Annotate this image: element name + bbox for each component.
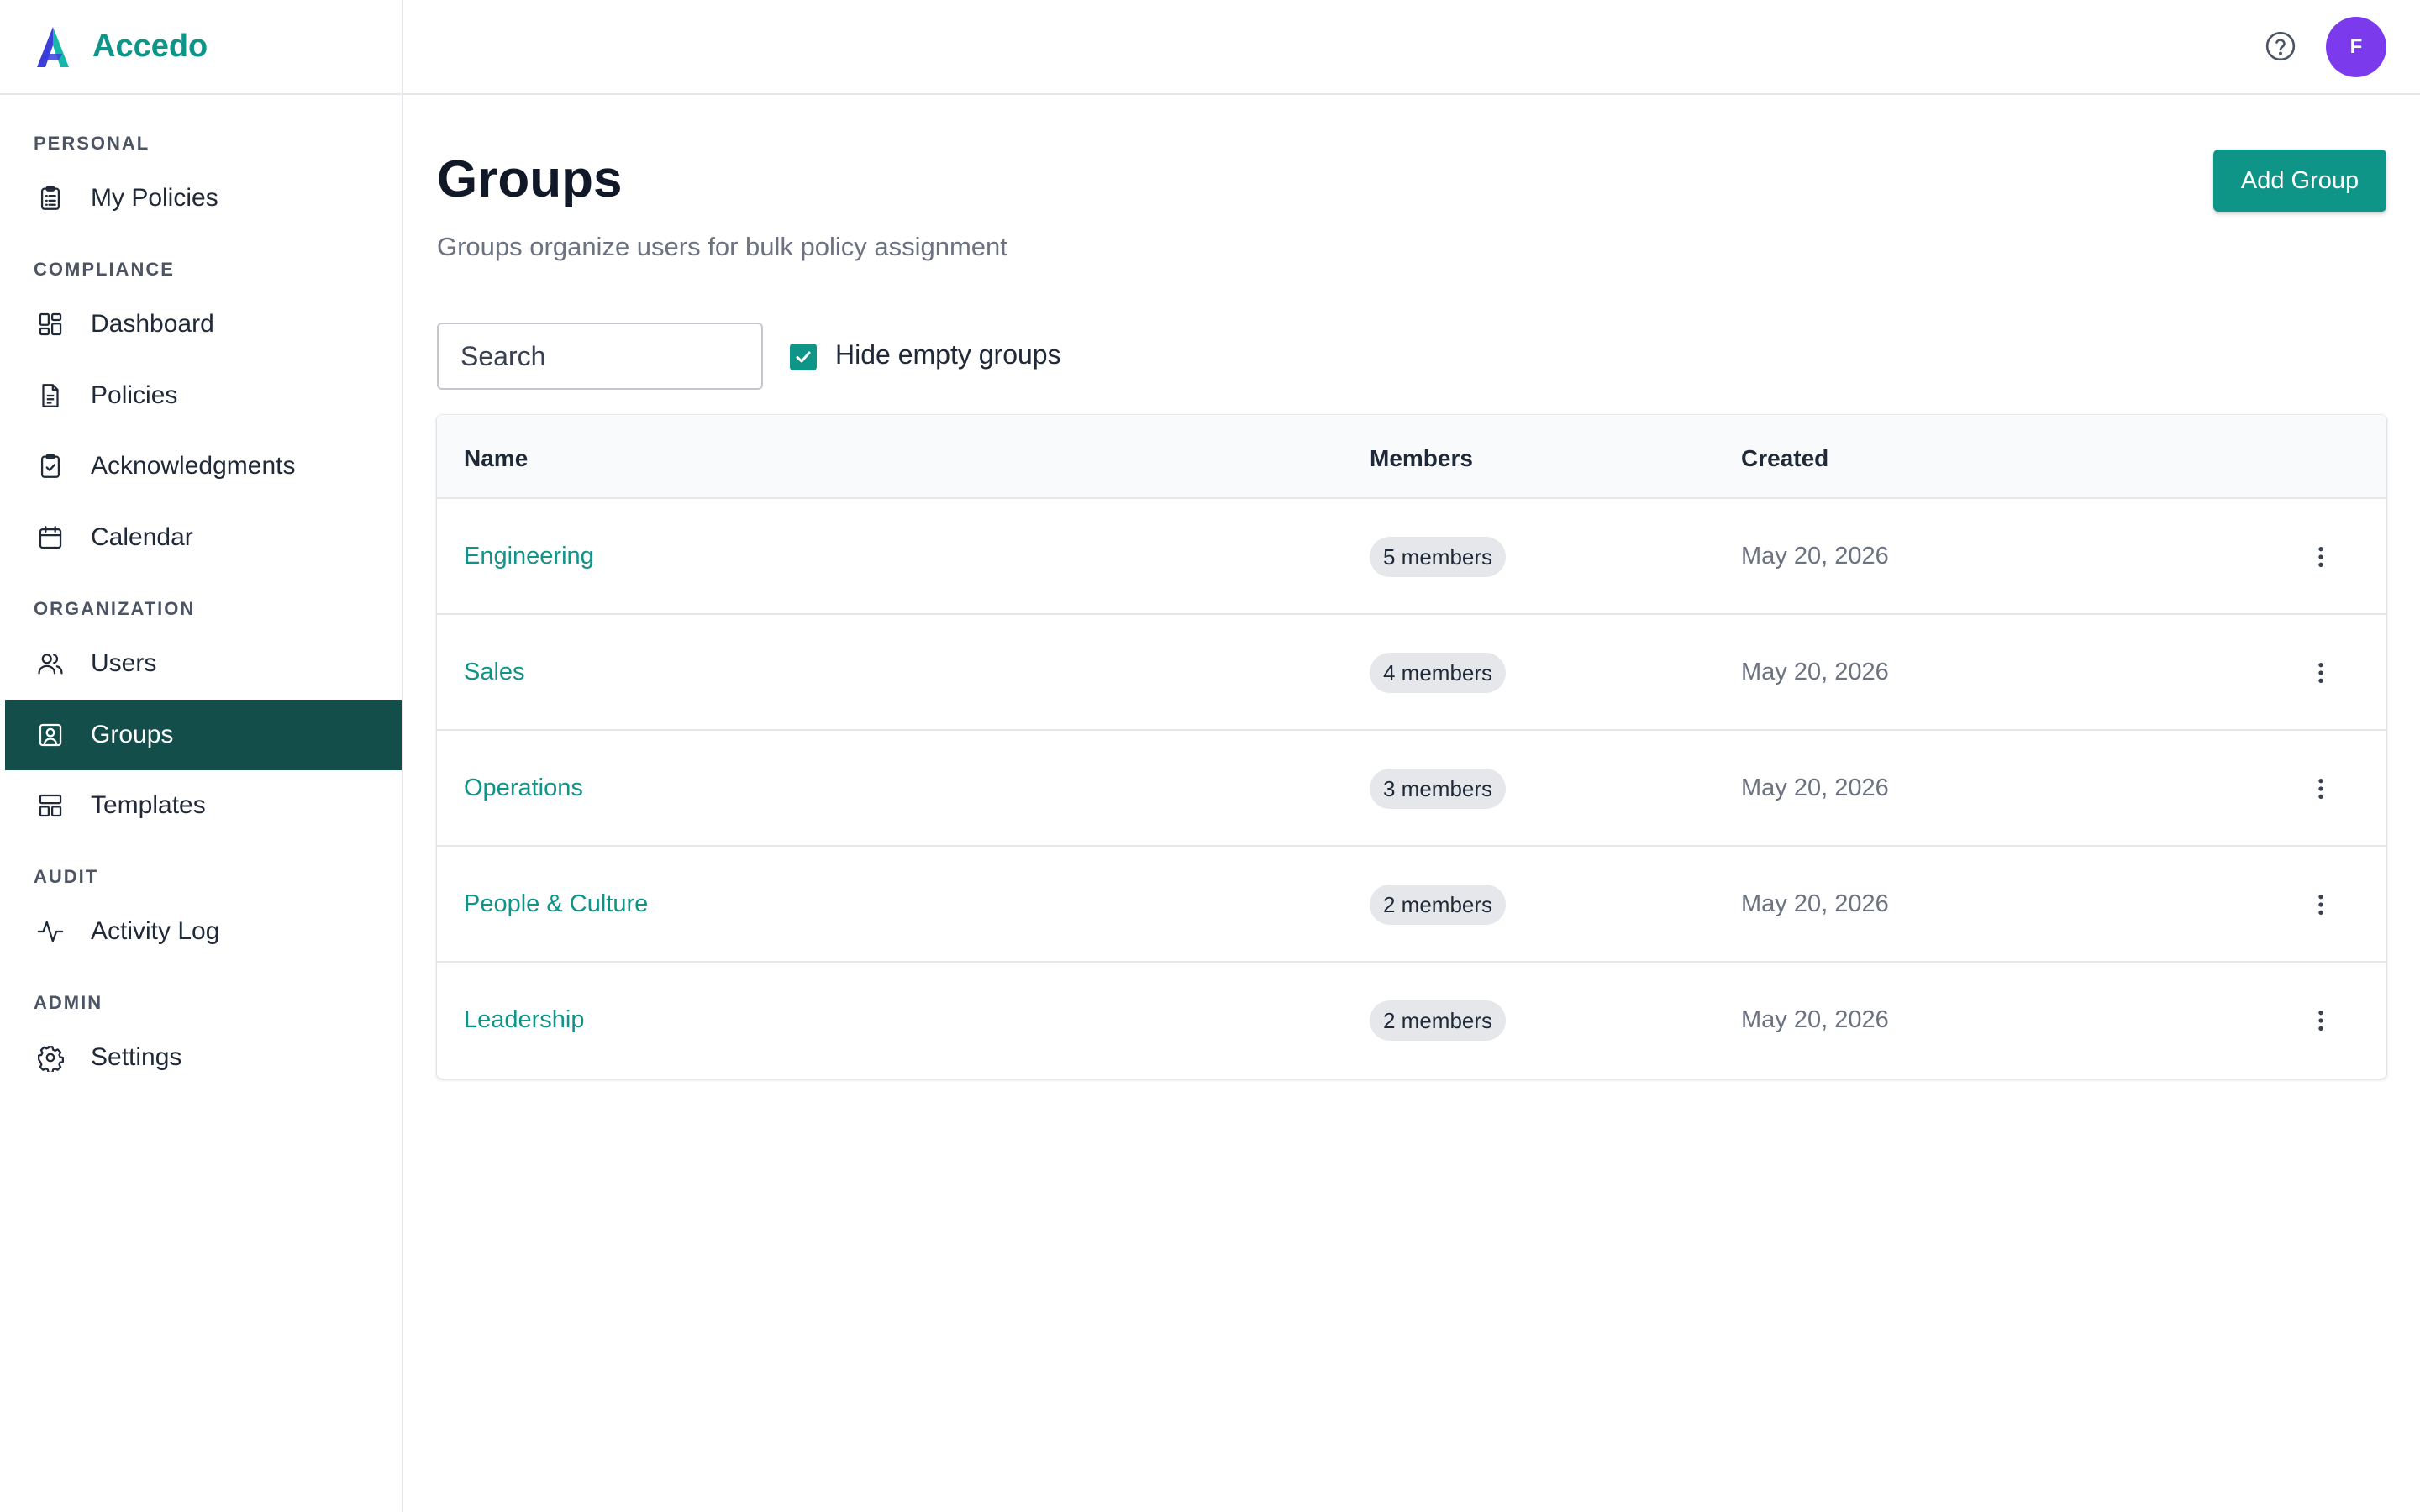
column-header-name[interactable]: Name [464,445,528,472]
calendar-icon [35,522,66,553]
sidebar-item-label: My Policies [91,184,218,212]
sidebar-item-groups[interactable]: Groups [5,700,402,770]
add-group-button[interactable]: Add Group [2213,150,2386,212]
sidebar-item-label: Templates [91,791,206,819]
sidebar: Accedo PERSONAL My Policies COMPLIANCE D… [0,0,403,1512]
members-badge: 4 members [1370,653,1507,693]
sidebar-item-users[interactable]: Users [5,628,402,699]
sidebar-item-dashboard[interactable]: Dashboard [5,289,402,360]
table-row: Sales 4 members May 20, 2026 [437,615,2386,731]
group-name-link[interactable]: Sales [464,659,525,686]
column-header-created[interactable]: Created [1741,445,1828,472]
activity-pulse-icon [35,916,66,947]
created-date: May 20, 2026 [1741,659,1889,685]
help-icon[interactable] [2264,29,2297,63]
page-title: Groups [437,150,623,208]
gear-icon [35,1042,66,1073]
table-header: Name Members Created [437,415,2386,499]
more-vertical-icon[interactable] [2304,652,2338,694]
checkmark-icon [796,351,811,363]
top-bar [403,0,2420,95]
members-badge: 3 members [1370,769,1507,809]
group-name-link[interactable]: Engineering [464,543,594,570]
clipboard-check-icon [35,451,66,481]
members-badge: 2 members [1370,885,1507,925]
sidebar-item-label: Calendar [91,523,193,551]
page-subtitle: Groups organize users for bulk policy as… [437,232,1007,261]
members-badge: 2 members [1370,1000,1507,1041]
group-name-link[interactable]: Leadership [464,1006,585,1034]
created-date: May 20, 2026 [1741,1006,1889,1033]
hide-empty-label[interactable]: Hide empty groups [835,339,1061,370]
sidebar-item-label: Dashboard [91,310,214,338]
document-icon [35,381,66,411]
section-label-personal: PERSONAL [34,133,150,154]
sidebar-item-my-policies[interactable]: My Policies [5,163,402,234]
sidebar-item-templates[interactable]: Templates [5,770,402,841]
brand[interactable]: Accedo [0,0,402,95]
templates-layout-icon [35,790,66,821]
section-label-compliance: COMPLIANCE [34,259,175,280]
more-vertical-icon[interactable] [2304,536,2338,578]
sidebar-item-label: Policies [91,381,178,409]
groups-table: Name Members Created Engineering 5 membe… [437,415,2386,1079]
more-vertical-icon[interactable] [2304,1000,2338,1042]
created-date: May 20, 2026 [1741,543,1889,570]
more-vertical-icon[interactable] [2304,768,2338,810]
table-row: Leadership 2 members May 20, 2026 [437,963,2386,1079]
table-row: Operations 3 members May 20, 2026 [437,731,2386,847]
hide-empty-checkbox[interactable] [790,344,817,370]
section-label-organization: ORGANIZATION [34,598,196,619]
sidebar-item-label: Settings [91,1043,182,1071]
sidebar-item-activity-log[interactable]: Activity Log [5,896,402,967]
group-name-link[interactable]: Operations [464,774,583,802]
created-date: May 20, 2026 [1741,890,1889,917]
more-vertical-icon[interactable] [2304,884,2338,926]
created-date: May 20, 2026 [1741,774,1889,801]
sidebar-item-settings[interactable]: Settings [5,1022,402,1093]
search-input[interactable] [437,323,763,390]
sidebar-item-calendar[interactable]: Calendar [5,502,402,573]
dashboard-grid-icon [35,309,66,339]
sidebar-item-label: Acknowledgments [91,452,296,480]
sidebar-item-label: Groups [91,721,174,748]
sidebar-item-acknowledgments[interactable]: Acknowledgments [5,431,402,501]
members-badge: 5 members [1370,537,1507,577]
brand-name: Accedo [92,29,208,64]
group-name-link[interactable]: People & Culture [464,890,648,918]
clipboard-list-icon [35,183,66,213]
section-label-admin: ADMIN [34,992,103,1013]
sidebar-item-label: Users [91,649,157,677]
users-icon [35,648,66,679]
group-portrait-icon [35,720,66,750]
table-row: People & Culture 2 members May 20, 2026 [437,847,2386,963]
sidebar-item-label: Activity Log [91,917,220,945]
column-header-members[interactable]: Members [1370,445,1473,472]
accedo-logo-icon [37,26,69,67]
table-row: Engineering 5 members May 20, 2026 [437,499,2386,615]
sidebar-item-policies[interactable]: Policies [5,360,402,431]
avatar[interactable]: F [2326,17,2386,77]
section-label-audit: AUDIT [34,866,99,887]
